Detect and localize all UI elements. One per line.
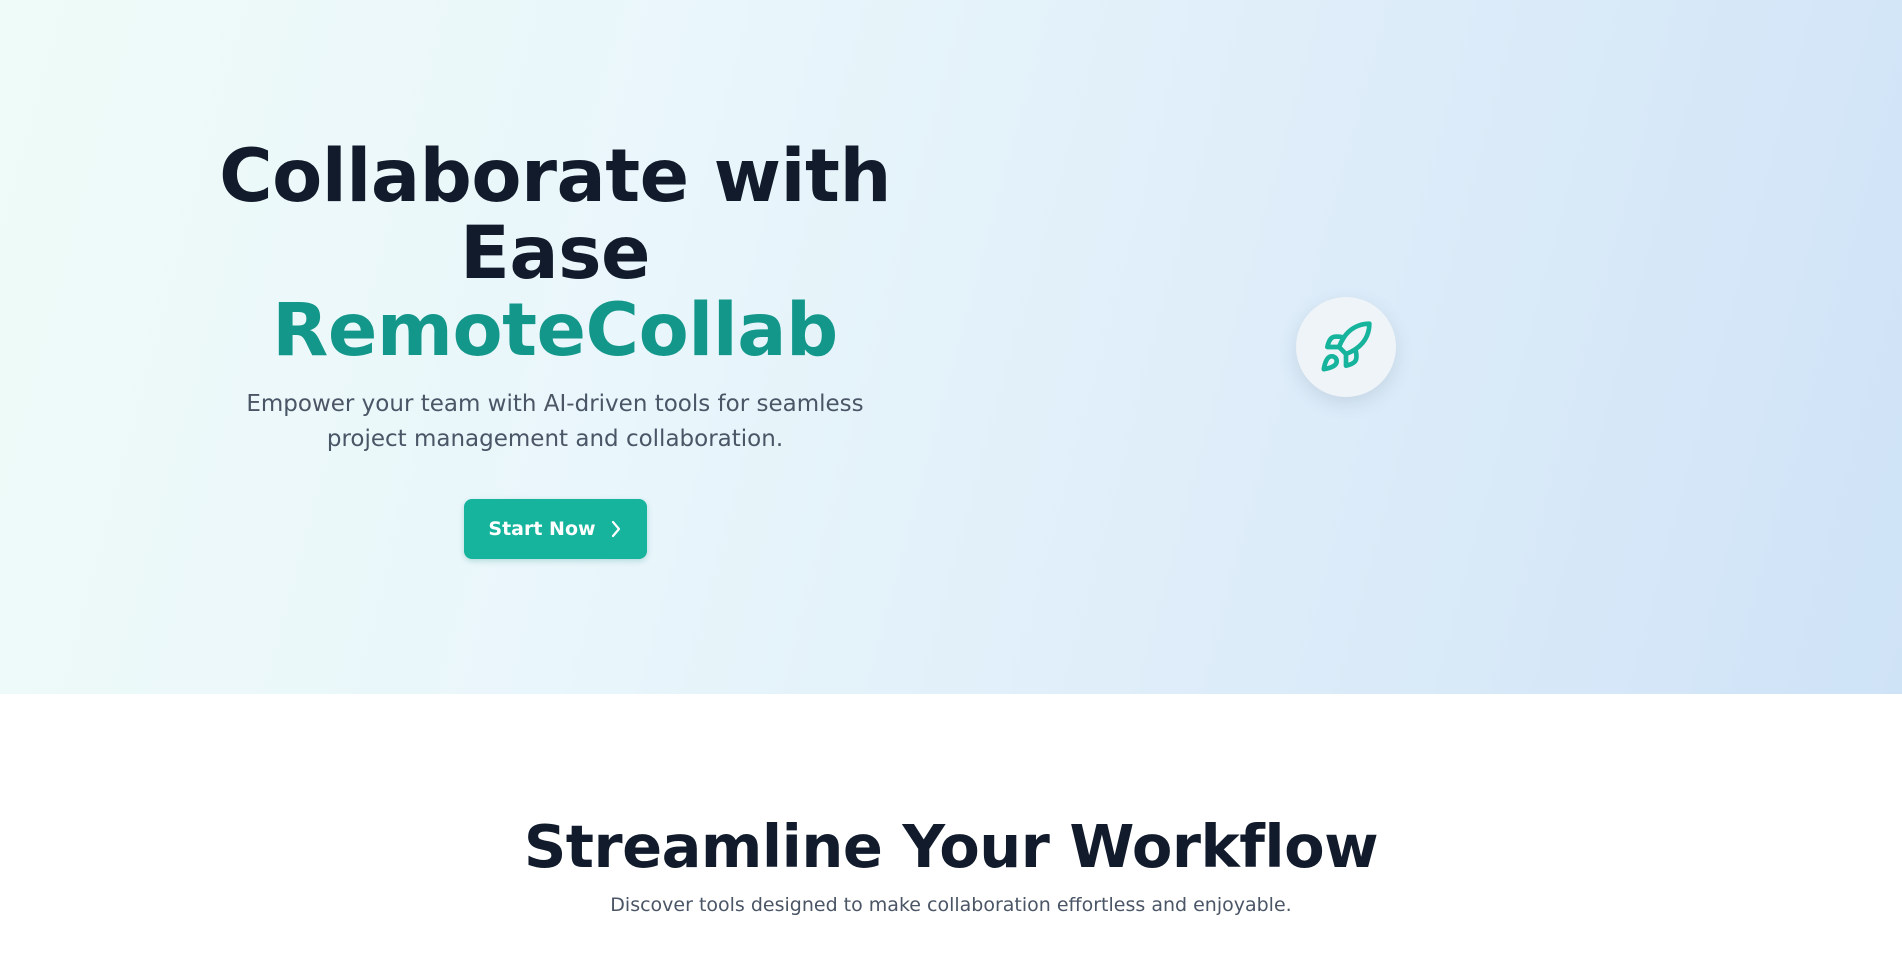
rocket-icon <box>1321 321 1372 372</box>
hero-subtitle: Empower your team with AI-driven tools f… <box>246 391 864 452</box>
start-now-label: Start Now <box>488 518 596 540</box>
features-title: Streamline Your Workflow <box>523 812 1379 881</box>
hero-text: Collaborate with Ease RemoteCollab Empow… <box>205 138 905 559</box>
hero-title-line2: Ease <box>459 211 651 296</box>
features-subtitle: Discover tools designed to make collabor… <box>610 894 1292 916</box>
start-now-button[interactable]: Start Now <box>463 499 647 559</box>
hero-title: Collaborate with Ease RemoteCollab <box>205 138 905 369</box>
hero-section: Collaborate with Ease RemoteCollab Empow… <box>0 0 1902 694</box>
page: Collaborate with Ease RemoteCollab Empow… <box>0 0 1902 968</box>
hero-title-line1: Collaborate with <box>219 134 891 219</box>
hero-brand-name: RemoteCollab <box>272 288 838 373</box>
chevron-right-icon <box>611 520 620 538</box>
rocket-badge <box>1296 297 1396 397</box>
features-section: Streamline Your Workflow Discover tools … <box>0 694 1902 968</box>
